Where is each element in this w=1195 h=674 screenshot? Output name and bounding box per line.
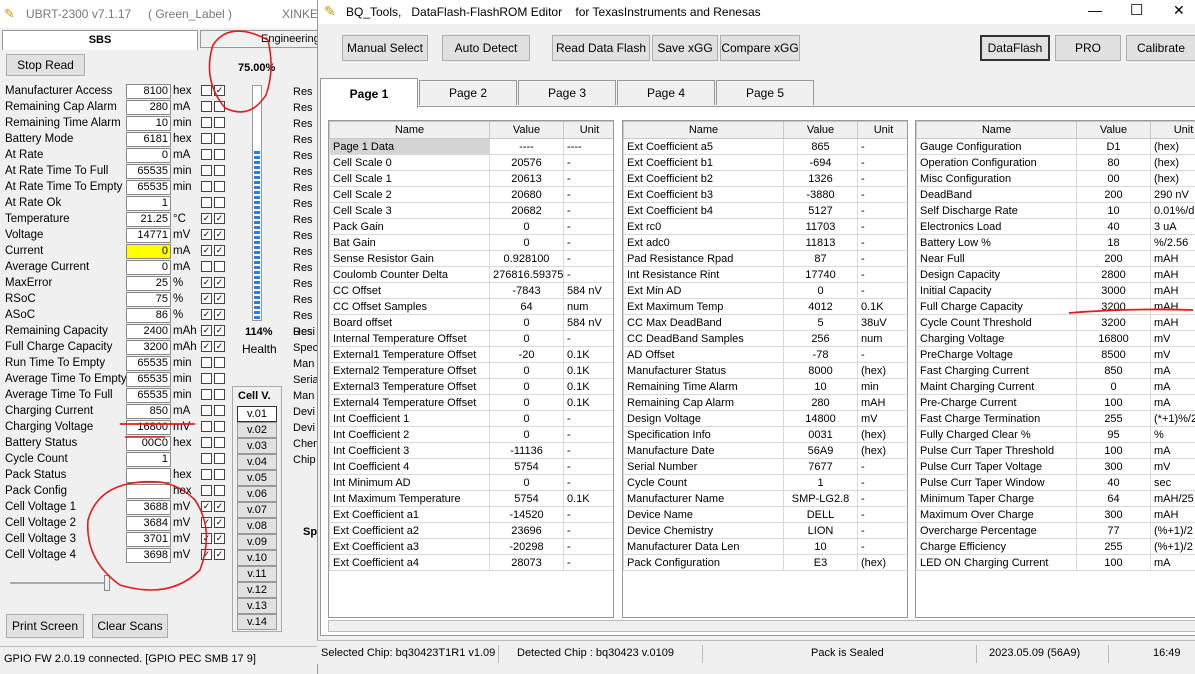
editor-status-bar: Selected Chip: bq30423T1R1 v1.09 Detecte… bbox=[317, 640, 1195, 664]
status-selected-chip: Selected Chip: bq30423T1R1 v1.09 bbox=[317, 645, 499, 663]
annotation-circle-cells bbox=[87, 480, 208, 591]
status-date: 2023.05.09 (56A9) bbox=[985, 645, 1109, 663]
editor-red-annotations bbox=[1068, 308, 1194, 314]
annotation-circle-percent bbox=[208, 30, 272, 113]
status-time: 16:49 bbox=[1153, 647, 1181, 659]
status-sealed: Pack is Sealed bbox=[807, 645, 977, 663]
tab-page-1[interactable]: Page 1 bbox=[320, 78, 418, 108]
status-detected-chip: Detected Chip : bq30423 v.0109 bbox=[513, 645, 703, 663]
annotation-underline-full-charge bbox=[1068, 308, 1194, 314]
red-annotations bbox=[87, 30, 272, 591]
